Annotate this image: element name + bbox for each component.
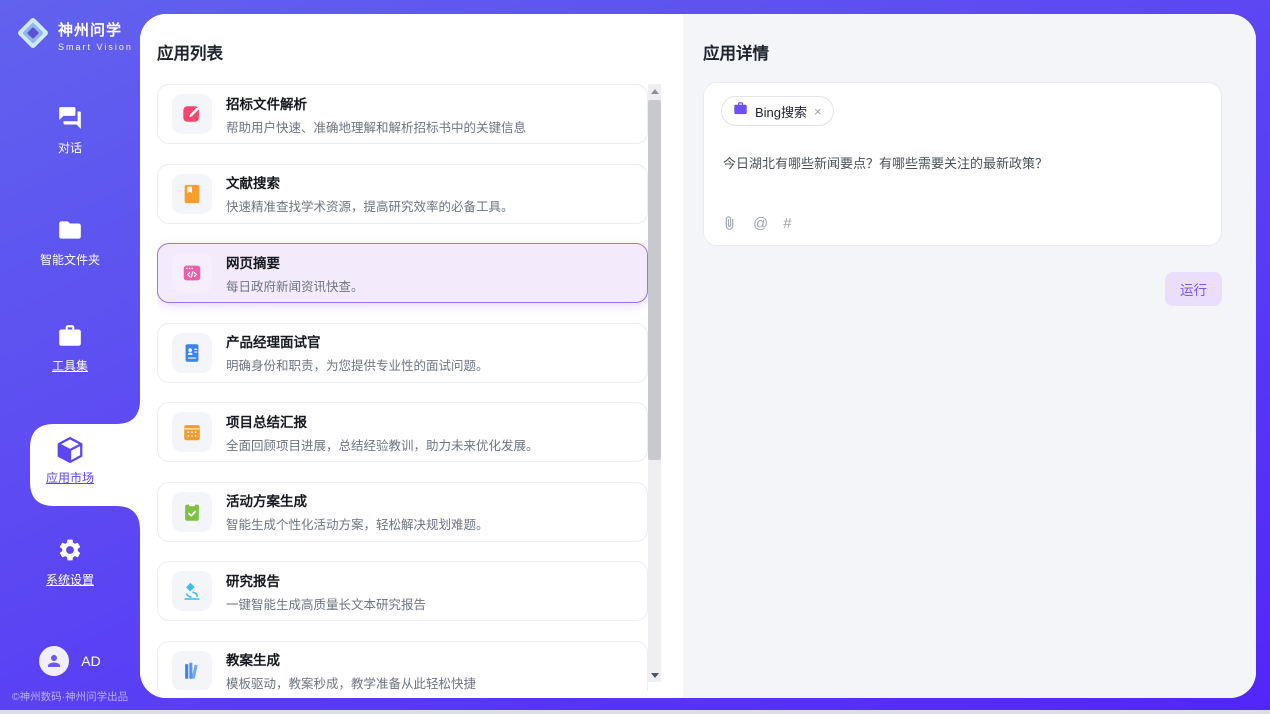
app-card[interactable]: 研究报告 一键智能生成高质量长文本研究报告 [157,561,648,621]
calendar-icon [172,412,212,452]
sidebar-item-label: 系统设置 [46,571,94,588]
cube-icon [55,436,85,464]
tool-chip-label: Bing搜索 [755,102,807,121]
app-card-desc: 模板驱动，教案秒成，教学准备从此轻松快捷 [226,673,476,690]
app-card[interactable]: 教案生成 模板驱动，教案秒成，教学准备从此轻松快捷 [157,641,648,691]
sidebar-item-chat[interactable]: 对话 [0,104,140,156]
app-card-title: 招标文件解析 [226,93,526,113]
app-detail-title: 应用详情 [703,40,769,64]
sidebar-item-settings[interactable]: 系统设置 [0,536,140,588]
app-card[interactable]: 产品经理面试官 明确身份和职责，为您提供专业性的面试问题。 [157,323,648,383]
run-button[interactable]: 运行 [1165,272,1222,306]
chat-icon [57,104,83,132]
scrollbar-thumb[interactable] [648,100,661,460]
resume-icon [172,333,212,373]
user-avatar-icon [39,646,69,676]
app-card[interactable]: 项目总结汇报 全面回顾项目进展，总结经验教训，助力未来优化发展。 [157,402,648,462]
app-card-title: 文献搜索 [226,172,514,192]
app-list-title: 应用列表 [157,40,223,64]
app-card[interactable]: 招标文件解析 帮助用户快速、准确地理解和解析招标书中的关键信息 [157,84,648,144]
toolbox-icon [57,322,83,350]
user-row[interactable]: AD [0,646,140,676]
copyright: ©神州数码·神州问学出品 [0,689,140,704]
active-tab-shape [24,400,140,530]
sidebar-item-label: 工具集 [52,357,88,374]
brand: 神州问学 Smart Vision [0,14,140,57]
app-card-desc: 全面回顾项目进展，总结经验教训，助力未来优化发展。 [226,435,539,454]
brand-tagline: Smart Vision [58,42,133,52]
browser-code-icon [172,253,212,293]
sidebar-item-label: 智能文件夹 [40,251,100,268]
scrollbar[interactable] [648,84,661,682]
app-card-list: 招标文件解析 帮助用户快速、准确地理解和解析招标书中的关键信息 文献搜索 快速精… [157,84,648,690]
gear-icon [57,536,83,564]
app-card[interactable]: 活动方案生成 智能生成个性化活动方案，轻松解决规划难题。 [157,482,648,542]
sidebar-item-market[interactable]: 应用市场 [0,400,140,530]
tool-chip[interactable]: Bing搜索 × [721,96,834,126]
app-card[interactable]: 文献搜索 快速精准查找学术资源，提高研究效率的必备工具。 [157,164,648,224]
app-card-desc: 快速精准查找学术资源，提高研究效率的必备工具。 [226,196,514,215]
composer-card[interactable]: Bing搜索 × 今日湖北有哪些新闻要点？有哪些需要关注的最新政策？ @ # [703,82,1222,246]
paperclip-icon[interactable] [721,215,738,232]
content-shell: 应用列表 招标文件解析 帮助用户快速、准确地理解和解析招标书中的关键信息 文献搜… [140,14,1256,698]
at-icon[interactable]: @ [753,215,768,232]
app-card-desc: 每日政府新闻资讯快查。 [226,276,364,295]
chip-close-icon[interactable]: × [814,105,822,118]
prompt-text[interactable]: 今日湖北有哪些新闻要点？有哪些需要关注的最新政策？ [723,153,1203,172]
scroll-up-icon[interactable] [648,84,661,98]
app-card-desc: 帮助用户快速、准确地理解和解析招标书中的关键信息 [226,117,526,136]
briefcase-icon [733,101,748,121]
app-card-title: 研究报告 [226,570,426,590]
sidebar: 神州问学 Smart Vision 对话 智能文件夹 工具集 应用市场 系统设置… [0,0,140,714]
hash-icon[interactable]: # [783,215,791,232]
bottom-strip [0,710,1270,714]
brand-name: 神州问学 [58,19,133,40]
app-card-title: 网页摘要 [226,252,364,272]
edit-square-icon [172,94,212,134]
books-icon [172,651,212,691]
user-label: AD [81,653,100,669]
sidebar-item-tools[interactable]: 工具集 [0,322,140,374]
book-icon [172,174,212,214]
app-card-desc: 明确身份和职责，为您提供专业性的面试问题。 [226,355,489,374]
scroll-down-icon[interactable] [648,668,661,682]
app-list-panel: 应用列表 招标文件解析 帮助用户快速、准确地理解和解析招标书中的关键信息 文献搜… [140,14,683,698]
folder-icon [57,216,83,244]
app-card-title: 教案生成 [226,649,476,669]
app-card[interactable]: 网页摘要 每日政府新闻资讯快查。 [157,243,648,303]
microscope-icon [172,571,212,611]
sidebar-item-folders[interactable]: 智能文件夹 [0,216,140,268]
app-card-title: 产品经理面试官 [226,331,489,351]
sidebar-item-label: 对话 [58,139,82,156]
sidebar-item-label: 应用市场 [46,469,94,486]
brand-logo-icon [14,14,52,57]
app-card-title: 项目总结汇报 [226,411,539,431]
app-detail-panel: 应用详情 Bing搜索 × 今日湖北有哪些新闻要点？有哪些需要关注的最新政策？ … [683,14,1256,698]
app-card-desc: 智能生成个性化活动方案，轻松解决规划难题。 [226,514,489,533]
composer-tools: @ # [721,215,792,232]
app-card-title: 活动方案生成 [226,490,489,510]
app-window: 神州问学 Smart Vision 对话 智能文件夹 工具集 应用市场 系统设置… [0,0,1270,714]
clipboard-check-icon [172,492,212,532]
app-card-desc: 一键智能生成高质量长文本研究报告 [226,594,426,613]
